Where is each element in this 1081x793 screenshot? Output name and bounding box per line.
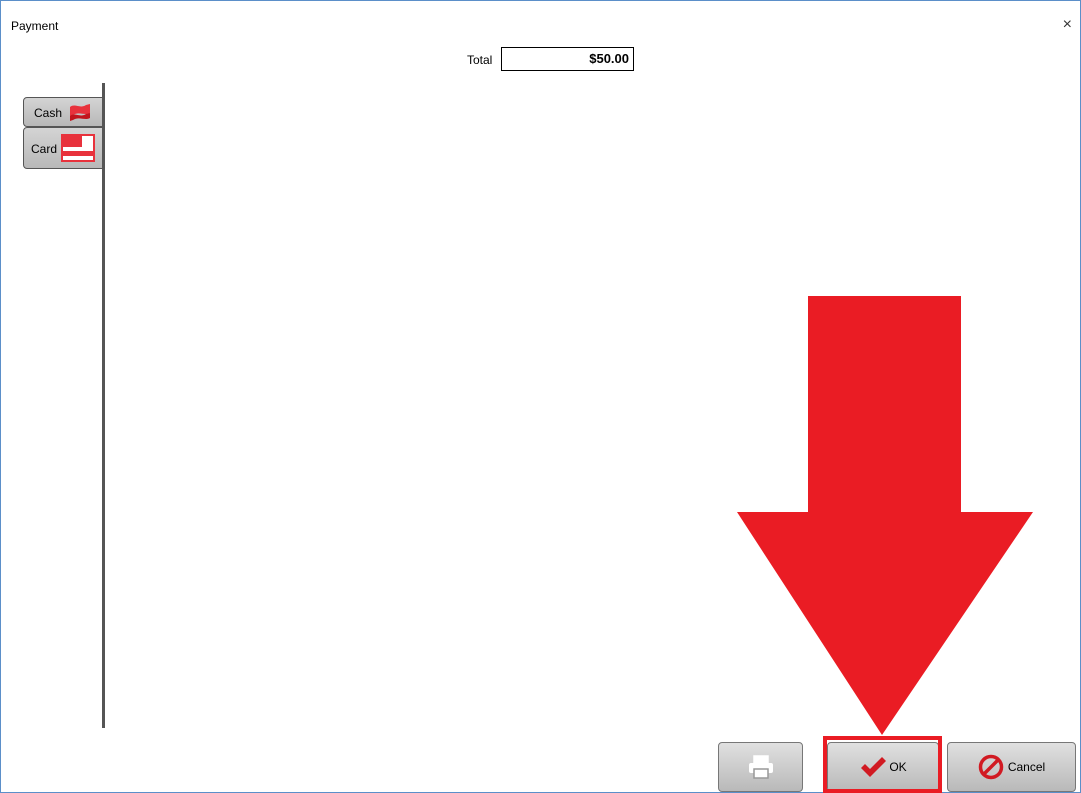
ok-button[interactable]: OK [827, 742, 939, 792]
window-title: Payment [11, 19, 59, 33]
tab-divider [102, 83, 105, 728]
checkmark-icon [861, 757, 887, 777]
cancel-button[interactable]: Cancel [947, 742, 1076, 792]
payment-dialog: Payment × Total $50.00 Cash Card OK Canc… [0, 0, 1081, 793]
tab-cash[interactable]: Cash [23, 97, 103, 127]
total-label: Total [467, 53, 493, 67]
tab-card[interactable]: Card [23, 127, 103, 169]
cancel-button-label: Cancel [1007, 760, 1046, 774]
credit-card-icon [61, 134, 95, 162]
cancel-icon [978, 754, 1004, 780]
tab-cash-label: Cash [34, 106, 63, 120]
total-value-field: $50.00 [501, 47, 634, 71]
tab-card-label: Card [31, 142, 58, 156]
printer-icon [748, 755, 773, 779]
close-icon[interactable]: × [1063, 17, 1072, 33]
print-button[interactable] [718, 742, 803, 792]
cash-icon [70, 104, 90, 121]
ok-button-label: OK [889, 760, 907, 774]
